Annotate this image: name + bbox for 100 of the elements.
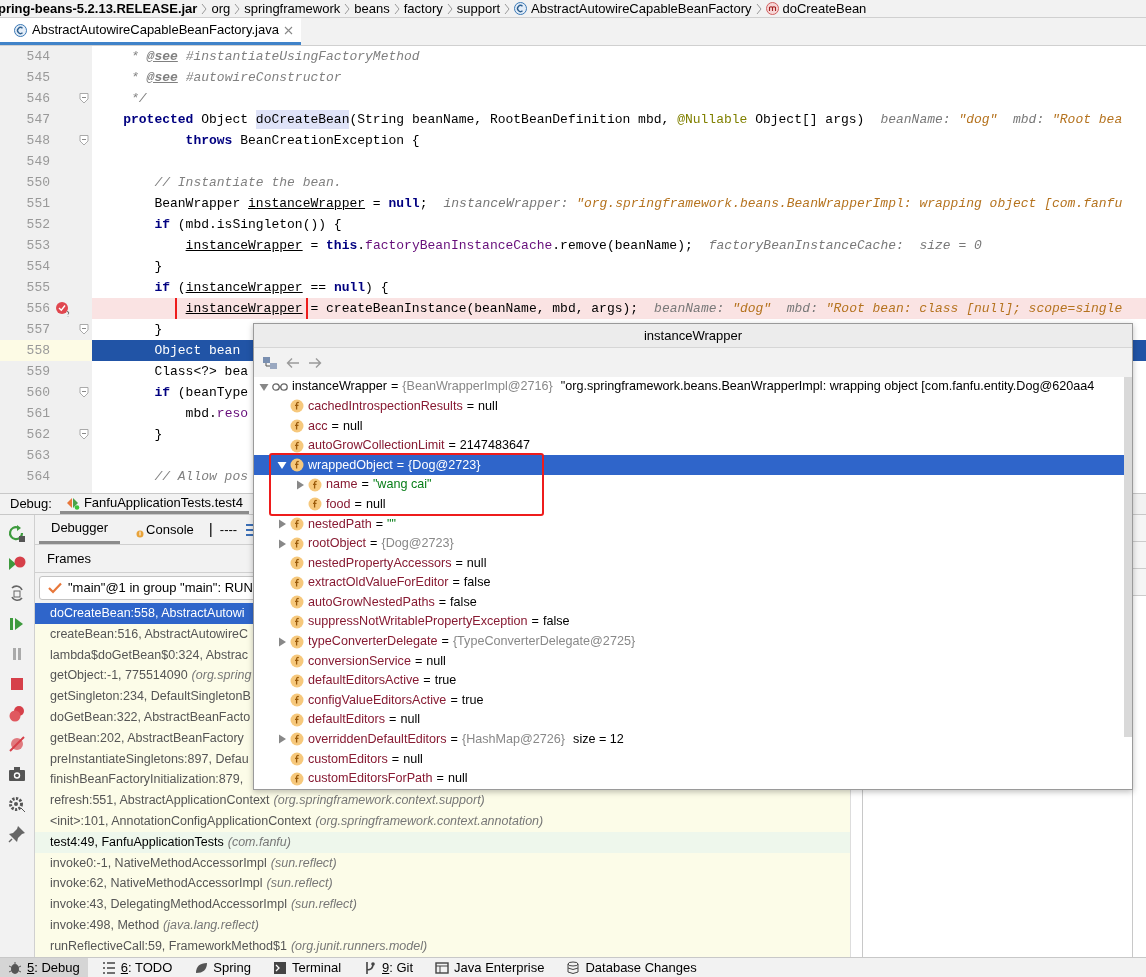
- tool-window-tab[interactable]: Database Changes: [558, 958, 705, 977]
- tree-row[interactable]: conversionService = null: [254, 651, 1124, 671]
- tree-row[interactable]: wrappedObject = {Dog@2723}: [254, 455, 1124, 475]
- back-arrow-icon[interactable]: [286, 356, 300, 369]
- breakpoints-icon[interactable]: [8, 705, 26, 723]
- line-number: 548: [25, 131, 50, 150]
- tree-row[interactable]: configValueEditorsActive = true: [254, 690, 1124, 711]
- equals-sign: =: [531, 613, 539, 631]
- tree-row[interactable]: nestedPropertyAccessors = null: [254, 553, 1124, 573]
- line-number: 562: [25, 425, 50, 444]
- equals-sign: =: [452, 574, 460, 592]
- code-token: throws: [185, 131, 233, 150]
- breadcrumb-item[interactable]: beans: [354, 0, 390, 17]
- fold-icon[interactable]: [78, 387, 89, 398]
- tool-window-tab[interactable]: 5: Debug: [0, 958, 88, 977]
- tree-view-icon[interactable]: [262, 355, 278, 370]
- tree-row[interactable]: nestedPath = "": [254, 514, 1124, 534]
- tree-row[interactable]: acc = null: [254, 416, 1124, 436]
- stack-frame[interactable]: <init>:101, AnnotationConfigApplicationContext (org.springframework.context.annotation): [35, 810, 850, 832]
- tree-row[interactable]: extractOldValueForEditor = false: [254, 572, 1124, 593]
- code-token: =: [371, 194, 382, 213]
- equals-sign: =: [391, 378, 399, 396]
- code-token: BeanWrapper: [154, 194, 242, 213]
- variable-name: name: [326, 476, 358, 494]
- scrollbar[interactable]: [1124, 377, 1132, 737]
- close-icon[interactable]: [283, 25, 293, 35]
- stack-frame[interactable]: invoke:43, DelegatingMethodAccessorImpl (sun.reflect): [35, 894, 850, 915]
- tool-window-tab[interactable]: Terminal: [264, 958, 350, 977]
- restore-layout-icon[interactable]: [8, 585, 26, 603]
- breadcrumb-item[interactable]: org: [211, 0, 231, 17]
- variable-value: null: [400, 711, 420, 729]
- stack-frame[interactable]: invoke0:-1, NativeMethodAccessorImpl (sun.reflect): [35, 852, 850, 874]
- breadcrumb-item[interactable]: AbstractAutowireCapableBeanFactory: [531, 0, 752, 17]
- code-token: ;: [419, 194, 428, 213]
- resume-breakpoints-icon[interactable]: [8, 555, 26, 573]
- tool-window-tab[interactable]: Spring: [186, 958, 259, 977]
- code-token: mbd.: [185, 404, 217, 423]
- field-icon: [290, 673, 304, 688]
- fold-icon[interactable]: [78, 135, 89, 146]
- tree-row[interactable]: autoGrowCollectionLimit = 2147483647: [254, 435, 1124, 456]
- line-number: 563: [25, 446, 50, 465]
- breadcrumb-item[interactable]: springframework: [244, 0, 341, 17]
- code-token: Object: [200, 110, 250, 129]
- tree-row[interactable]: customEditorsForPath = null: [254, 768, 1124, 789]
- tree-row[interactable]: defaultEditors = null: [254, 710, 1124, 730]
- tree-row[interactable]: cachedIntrospectionResults = null: [254, 396, 1124, 417]
- panel-tab[interactable]: Console: [124, 515, 206, 544]
- tree-row[interactable]: autoGrowNestedPaths = false: [254, 592, 1124, 613]
- tree-row[interactable]: typeConverterDelegate = {TypeConverterDelegate@2725}: [254, 631, 1124, 652]
- variable-name: overriddenDefaultEditors: [308, 731, 447, 749]
- mute-breakpoints-icon[interactable]: [8, 735, 26, 753]
- fold-icon[interactable]: [78, 93, 89, 104]
- panel-tab[interactable]: Debugger: [39, 515, 121, 544]
- rerun-icon[interactable]: [8, 525, 26, 543]
- tree-row[interactable]: defaultEditorsActive = true: [254, 670, 1124, 691]
- forward-arrow-icon[interactable]: [308, 356, 322, 369]
- code-token: }: [154, 425, 163, 444]
- tree-row[interactable]: suppressNotWritablePropertyException = false: [254, 612, 1124, 632]
- stack-frame[interactable]: runReflectiveCall:59, FrameworkMethod$1 (org.junit.runners.model): [35, 935, 850, 957]
- stack-frame[interactable]: invoke:62, NativeMethodAccessorImpl (sun.reflect): [35, 873, 850, 895]
- collapse-arrow-icon[interactable]: [277, 636, 287, 647]
- equals-sign: =: [450, 691, 458, 709]
- expand-arrow-icon[interactable]: [277, 460, 287, 471]
- expand-arrow-icon[interactable]: [259, 381, 269, 392]
- pin-icon[interactable]: [8, 825, 26, 843]
- code-token: factoryBeanInstanceCache: [365, 236, 553, 255]
- collapse-arrow-icon[interactable]: [295, 479, 305, 490]
- settings-icon[interactable]: [8, 795, 26, 813]
- breadcrumb-item[interactable]: doCreateBean: [782, 0, 867, 17]
- field-icon: [290, 458, 304, 473]
- stack-frame[interactable]: invoke:498, Method (java.lang.reflect): [35, 914, 850, 936]
- fold-icon[interactable]: [78, 324, 89, 335]
- tree-row[interactable]: food = null: [254, 494, 1124, 515]
- collapse-arrow-icon[interactable]: [277, 734, 287, 745]
- stop-icon[interactable]: [8, 675, 26, 693]
- chevron-icon: [755, 2, 762, 15]
- run-config-icon: [65, 495, 80, 510]
- tree-row[interactable]: name = "wang cai": [254, 474, 1124, 495]
- tree-row[interactable]: rootObject = {Dog@2723}: [254, 533, 1124, 554]
- tree-row[interactable]: overriddenDefaultEditors = {HashMap@2726} size = 12: [254, 729, 1124, 750]
- field-icon: [290, 654, 304, 669]
- code-token: if: [154, 278, 170, 297]
- camera-icon[interactable]: [8, 765, 26, 783]
- tool-window-tab[interactable]: 9: Git: [355, 958, 422, 977]
- tree-row[interactable]: customEditors = null: [254, 749, 1124, 769]
- todo-icon: [101, 960, 116, 975]
- tool-window-tab[interactable]: 6: TODO: [93, 958, 181, 977]
- breadcrumb-item[interactable]: support: [456, 0, 501, 17]
- variable-value: size = 12: [573, 731, 624, 749]
- fold-icon[interactable]: [78, 429, 89, 440]
- file-tab[interactable]: AbstractAutowireCapableBeanFactory.java: [0, 18, 301, 45]
- variable-value: true: [461, 691, 484, 709]
- breadcrumb-item[interactable]: factory: [403, 0, 443, 17]
- stack-frame[interactable]: refresh:551, AbstractApplicationContext (org.springframework.context.support): [35, 790, 850, 811]
- tool-window-tab[interactable]: Java Enterprise: [427, 958, 553, 977]
- tree-row[interactable]: instanceWrapper = {BeanWrapperImpl@2716} "org.springframework.beans.BeanWrapperImpl: wrapping object [com.fanfu.entity.Dog@620aa4: [254, 377, 1124, 397]
- variable-value: null: [403, 750, 423, 768]
- collapse-arrow-icon[interactable]: [277, 538, 287, 549]
- stack-frame[interactable]: test4:49, FanfuApplicationTests (com.fanfu): [35, 831, 850, 853]
- collapse-arrow-icon[interactable]: [277, 518, 287, 529]
